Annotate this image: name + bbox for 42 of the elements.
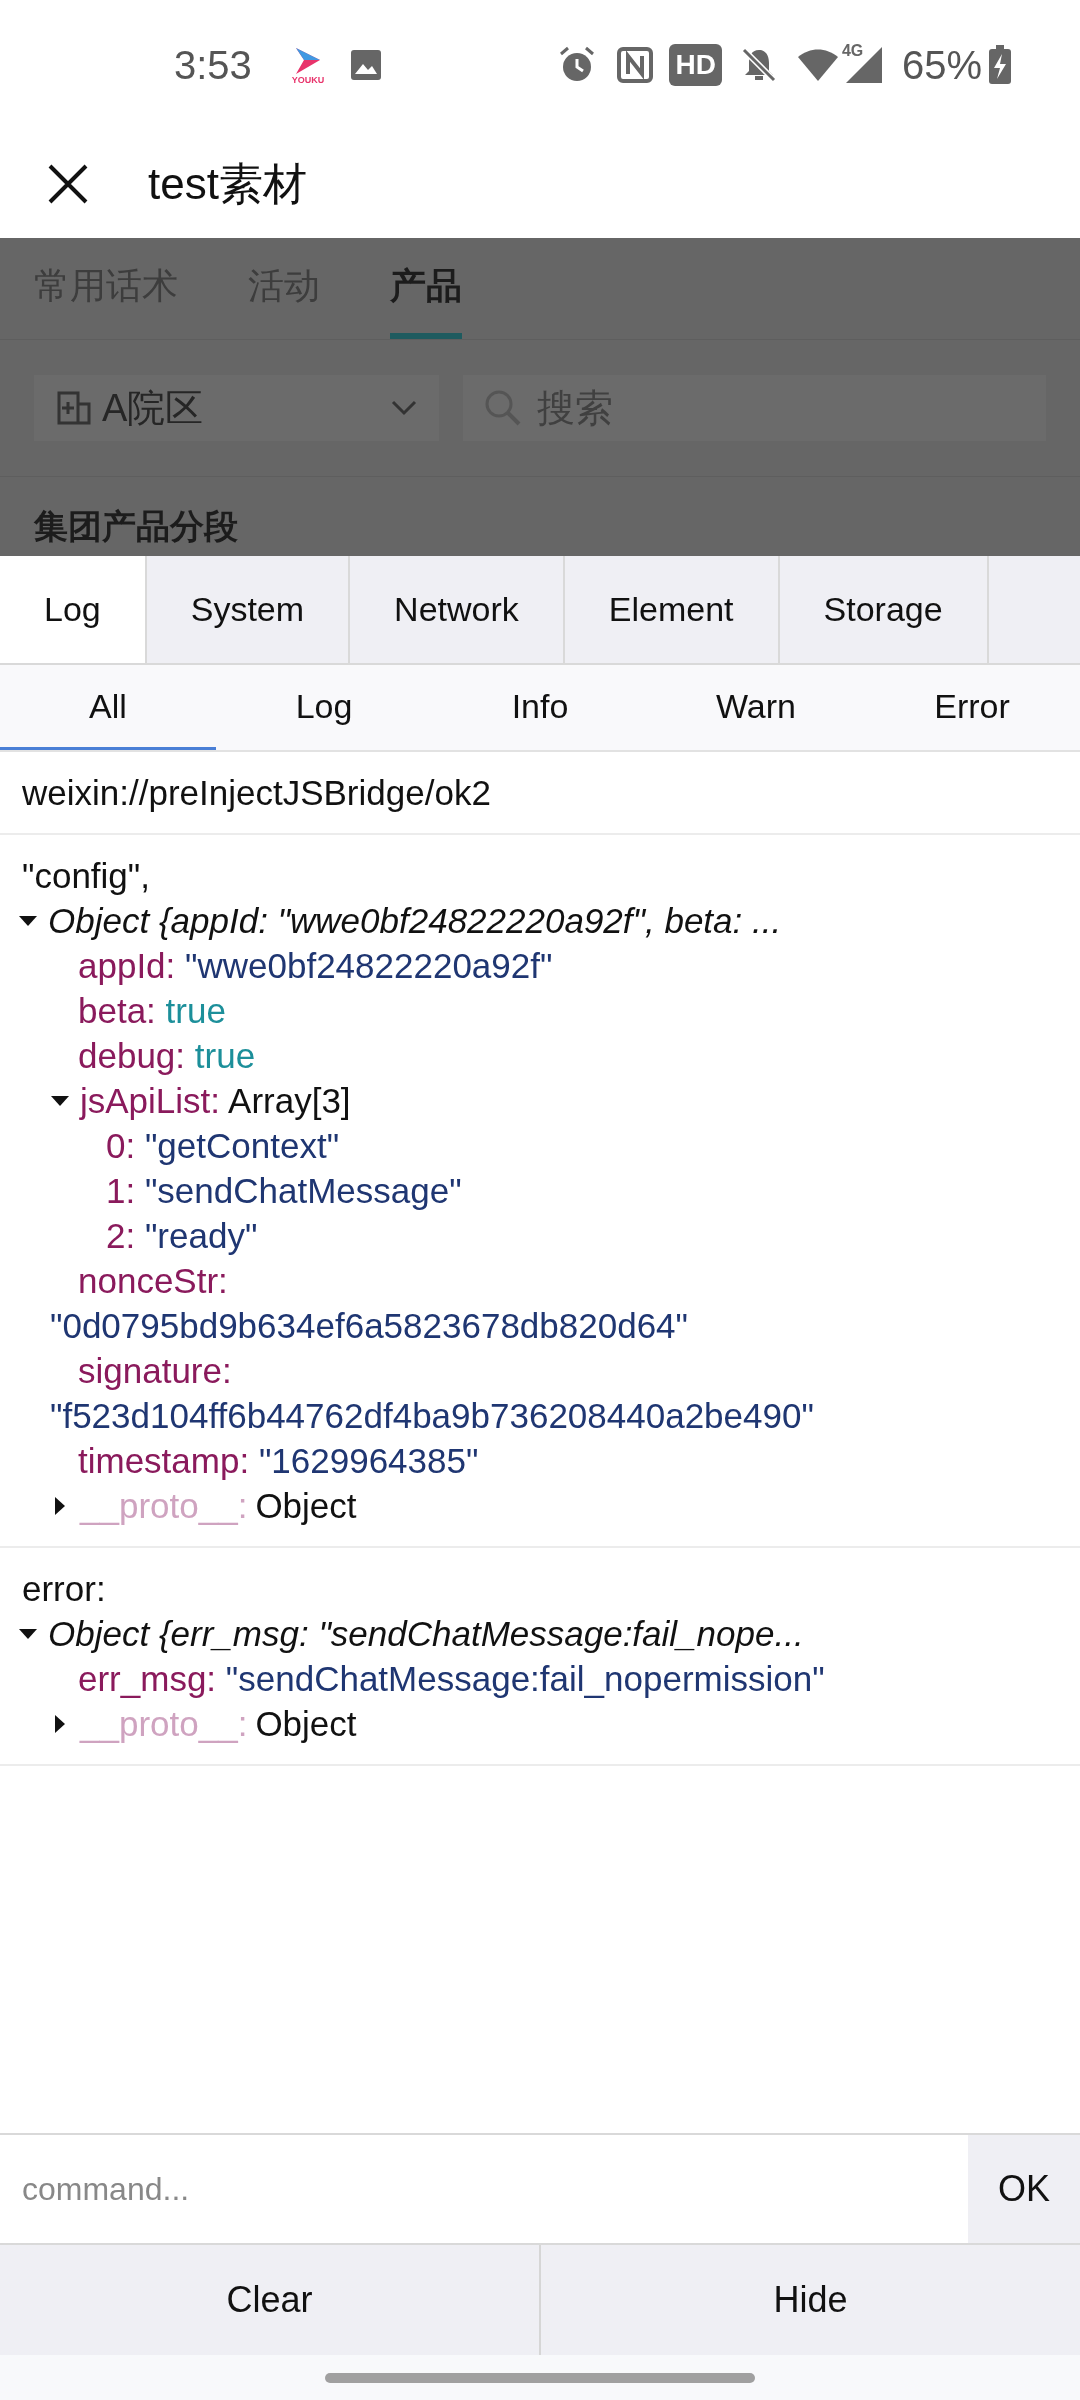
log-text: weixin://preInjectJSBridge/ok2 <box>21 772 492 814</box>
property-type: Object <box>255 1703 357 1745</box>
level-tab[interactable]: Error <box>864 665 1080 750</box>
page-title: test素材 <box>148 158 307 210</box>
property-line: debug: true <box>77 1035 257 1077</box>
property-type: Object <box>255 1485 357 1527</box>
property-type: Array[3] <box>228 1080 351 1122</box>
image-icon <box>350 49 383 81</box>
property-line: 1: "sendChatMessage" <box>105 1170 463 1212</box>
level-tab[interactable]: Log <box>216 665 432 750</box>
property-line: timestamp: "1629964385" <box>77 1440 480 1482</box>
console-tab[interactable]: Log <box>0 556 147 663</box>
wifi-icon <box>795 47 840 83</box>
property-key[interactable]: jsApiList: <box>80 1078 221 1123</box>
log-text: "config", <box>21 855 151 897</box>
section-title: 集团产品分段 <box>34 506 238 547</box>
level-tab[interactable]: All <box>0 665 216 750</box>
object-summary[interactable]: Object {err_msg: "sendChatMessage:fail_nope... <box>48 1611 804 1656</box>
property-line: nonceStr: "0d0795bd9b634ef6a5823678db820d64" <box>49 1260 689 1347</box>
property-line: appId: "wwe0bf24822220a92f" <box>77 945 554 987</box>
property-line: beta: true <box>77 990 227 1032</box>
console-action-button[interactable]: Clear <box>206 2265 333 2335</box>
property-line: signature: "f523d104ff6b44762df4ba9b736208440a2be490" <box>49 1350 815 1437</box>
hd-badge: HD <box>669 44 722 86</box>
property-line: err_msg: "sendChatMessage:fail_nopermission" <box>77 1658 826 1700</box>
object-summary[interactable]: Object {appId: "wwe0bf24822220a92f", beta: ... <box>48 898 782 943</box>
battery-percent: 65% <box>901 42 982 89</box>
nfc-icon <box>617 47 654 83</box>
close-icon <box>46 162 90 206</box>
level-tab[interactable]: Warn <box>648 665 864 750</box>
app-logo-label: YOUKU <box>291 75 325 85</box>
level-tab[interactable]: Info <box>432 665 648 750</box>
console-action-button[interactable]: Hide <box>753 2265 868 2335</box>
log-text: error: <box>21 1568 107 1610</box>
status-time: 3:53 <box>174 42 252 89</box>
ok-button[interactable]: OK <box>968 2135 1080 2243</box>
battery-charging-icon <box>988 45 1012 85</box>
network-type: 4G <box>841 41 864 61</box>
property-line: 0: "getContext" <box>105 1125 341 1167</box>
property-line: 2: "ready" <box>105 1215 259 1257</box>
building-icon <box>56 390 92 426</box>
chevron-down-icon <box>391 400 417 416</box>
